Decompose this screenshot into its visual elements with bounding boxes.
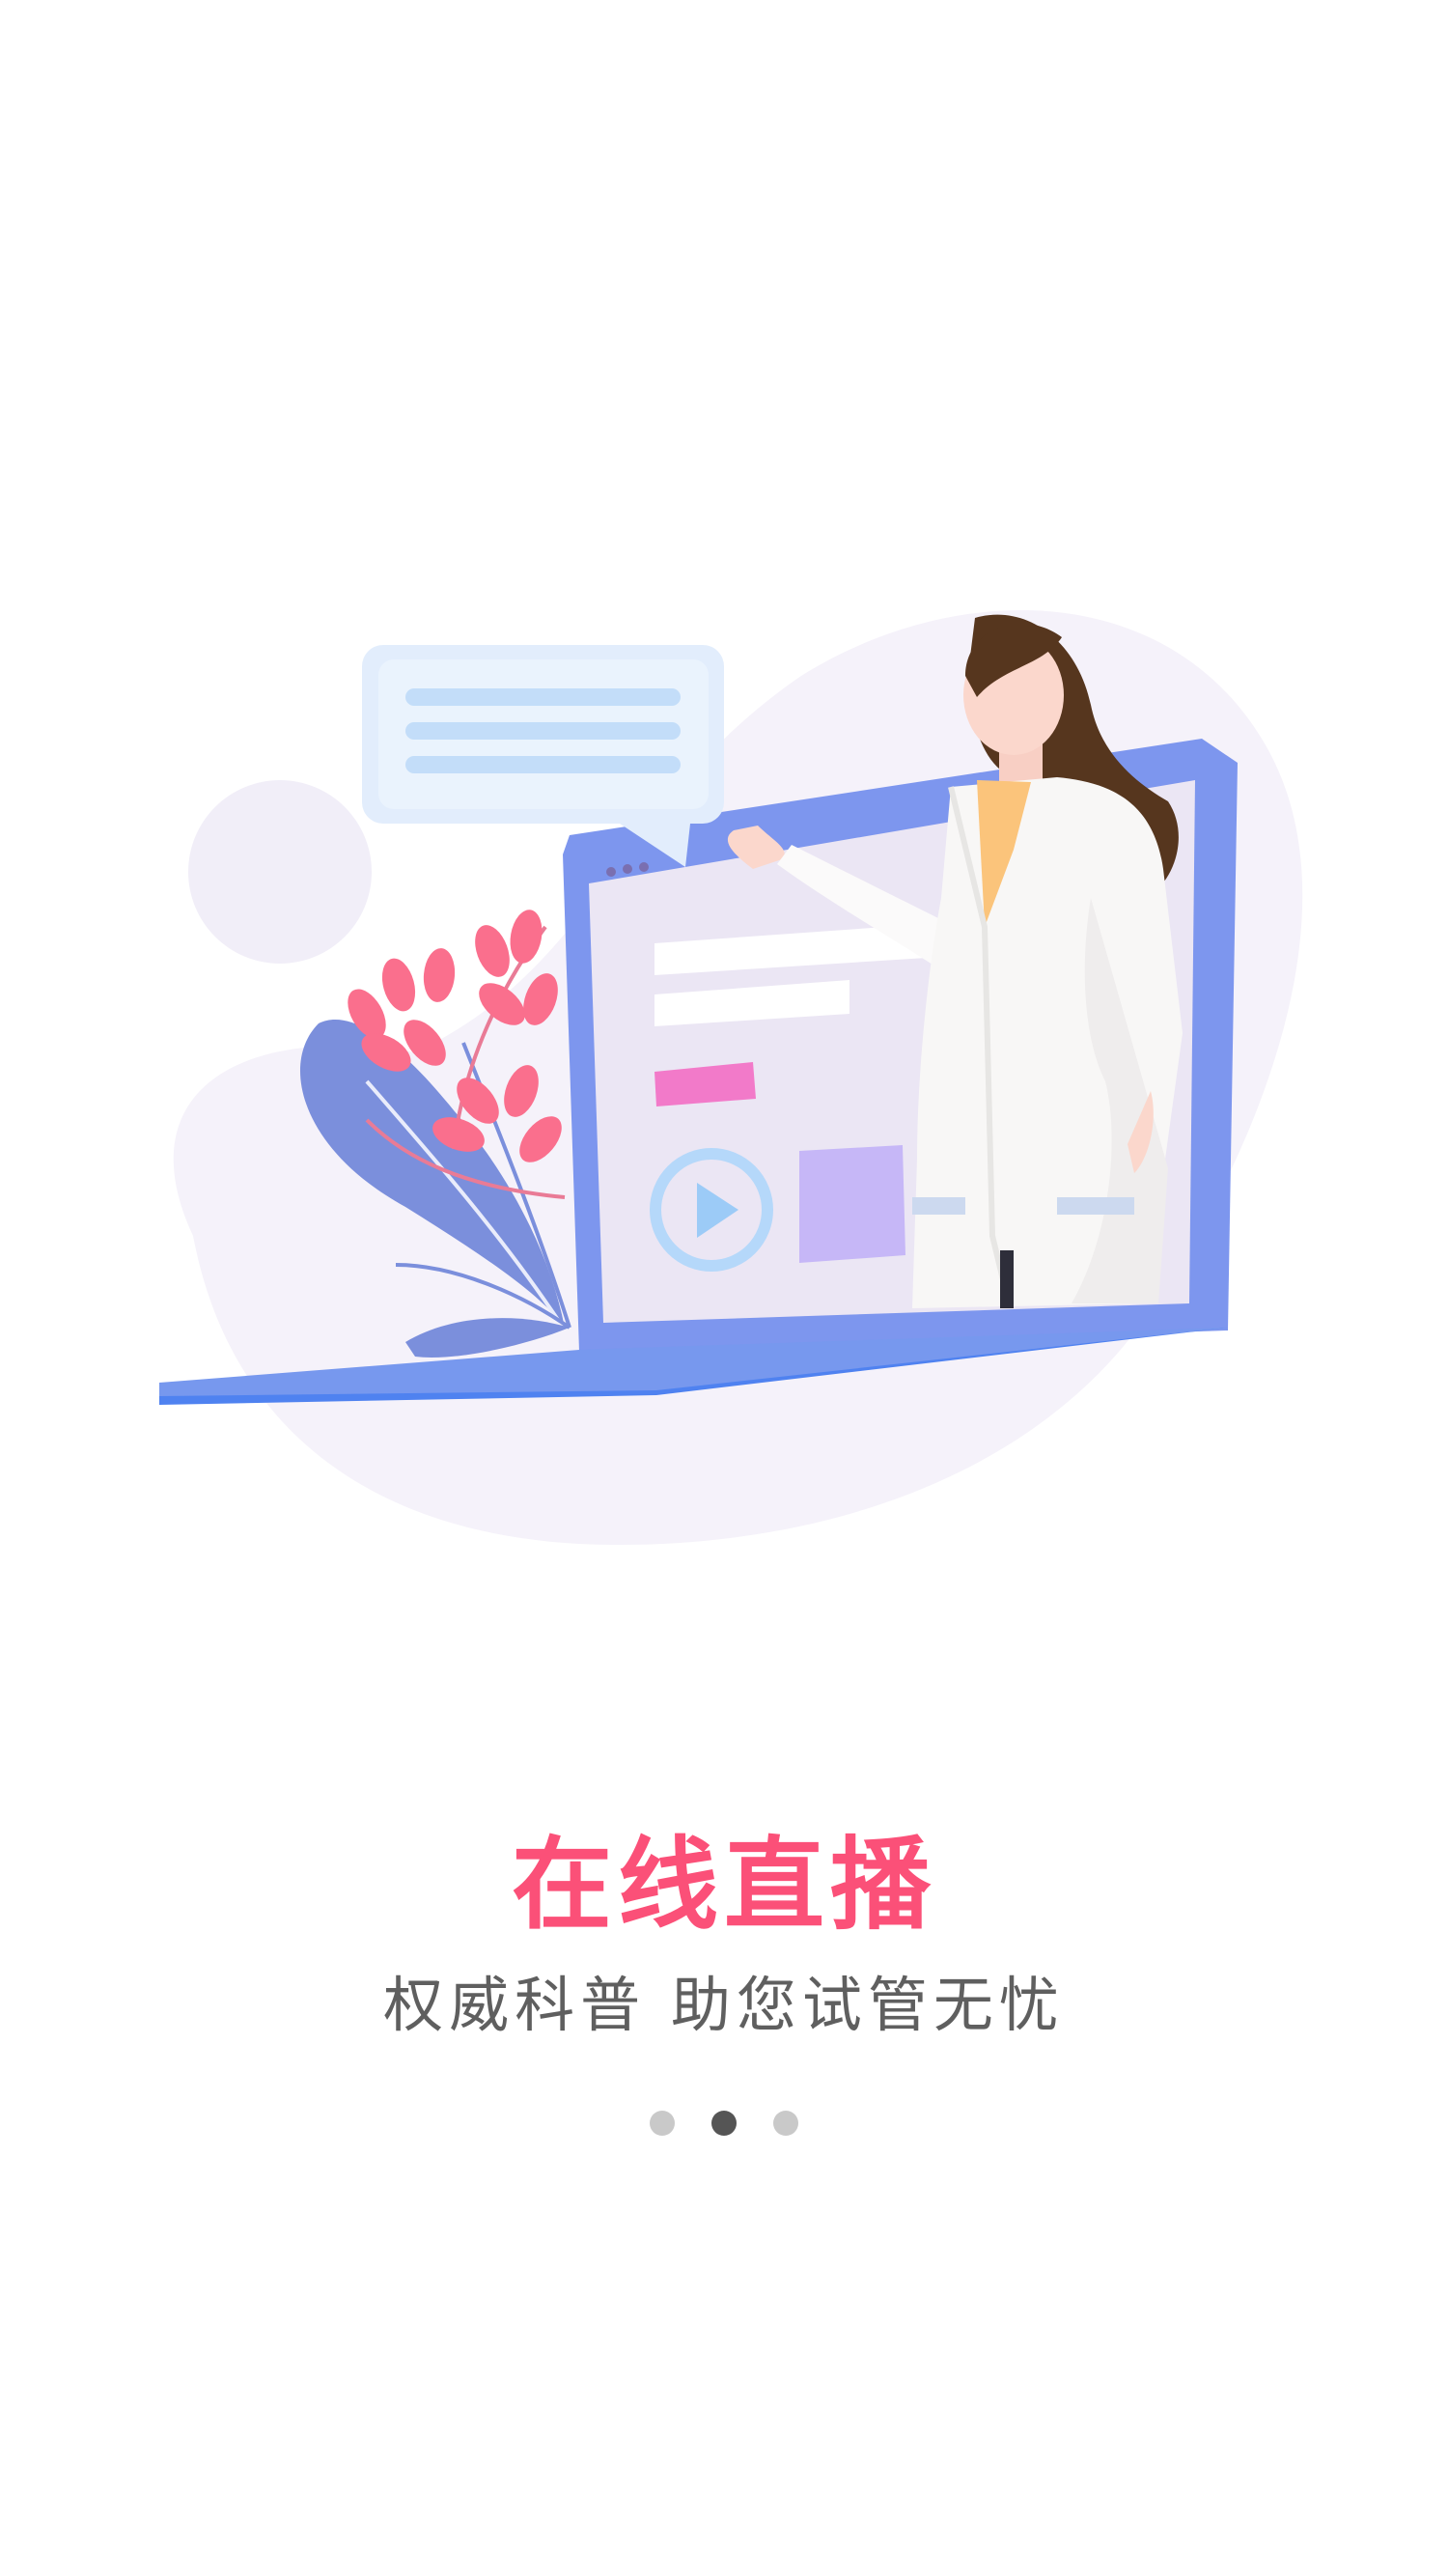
page-dot-2-active[interactable] (711, 2111, 737, 2136)
speech-bubble-icon (362, 645, 724, 867)
page-title: 在线直播 (511, 1826, 936, 1944)
background-circle (188, 780, 372, 964)
page-subtitle: 权威科普 助您试管无忧 (383, 1970, 1065, 2040)
page-dot-3[interactable] (773, 2111, 798, 2136)
onboarding-illustration (159, 610, 1303, 1545)
page-indicator (0, 2111, 1448, 2136)
page-dot-1[interactable] (650, 2111, 675, 2136)
